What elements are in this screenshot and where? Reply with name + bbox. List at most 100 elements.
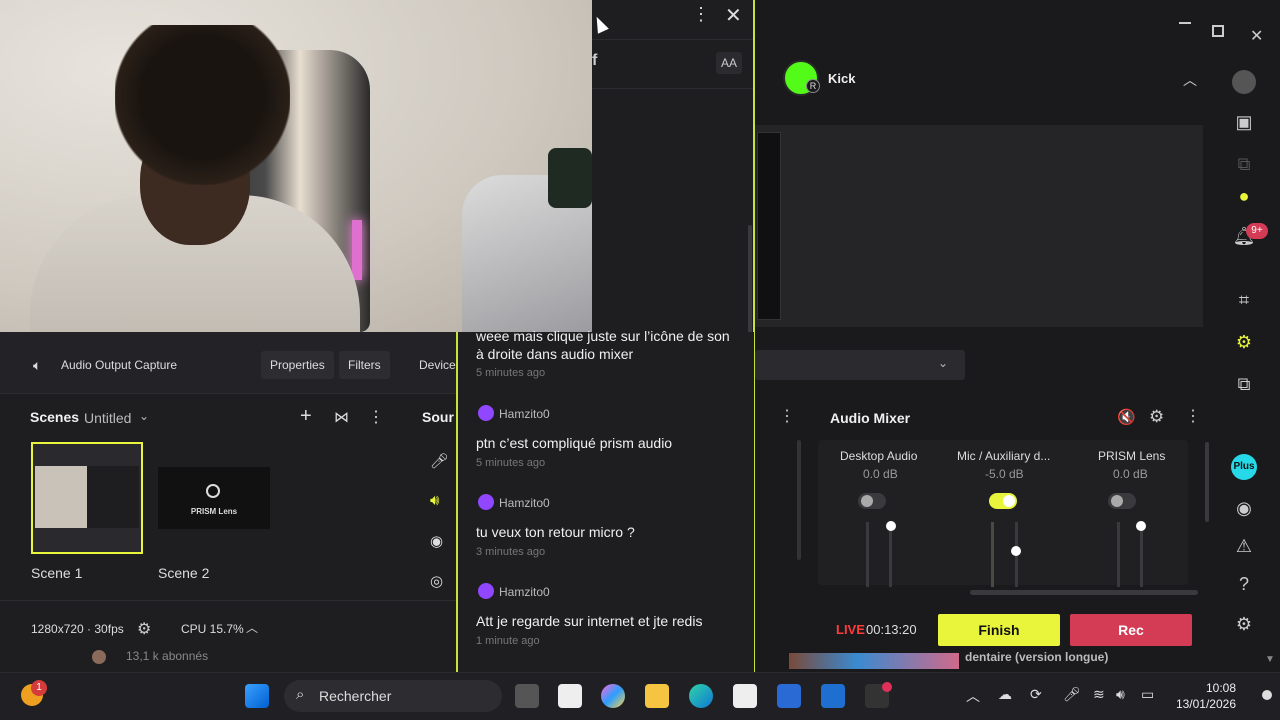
close-icon[interactable]: ✕ <box>725 3 742 28</box>
outlook-icon[interactable] <box>821 684 845 708</box>
horizontal-scrollbar[interactable] <box>970 590 1198 595</box>
game-icon[interactable]: ◉ <box>1232 496 1256 520</box>
channel-name: Mic / Auxiliary d... <box>957 449 1051 463</box>
copilot-icon[interactable] <box>601 684 625 708</box>
taskbar <box>0 672 1280 720</box>
properties-button[interactable]: Properties <box>261 351 334 379</box>
notification-badge: 9+ <box>1246 223 1268 239</box>
chat-message-time: 5 minutes ago <box>476 457 546 469</box>
scene-1-label[interactable]: Scene 1 <box>31 565 82 581</box>
scene-collection[interactable]: Untitled <box>84 410 131 426</box>
more-icon[interactable]: ⋮ <box>692 4 710 25</box>
volume-slider-knob[interactable] <box>1136 521 1146 531</box>
more-icon[interactable]: ⋮ <box>1185 406 1201 426</box>
filters-button[interactable]: Filters <box>339 351 390 379</box>
close-icon[interactable]: ✕ <box>1250 29 1263 45</box>
live-label: LIVE <box>836 622 865 637</box>
file-explorer-icon[interactable] <box>645 684 669 708</box>
avatar[interactable] <box>1232 70 1256 94</box>
transition-icon[interactable]: ⋈ <box>334 408 349 426</box>
scene-2-thumbnail[interactable]: PRISM Lens <box>158 467 270 529</box>
tray-app-icon[interactable]: ☁ <box>998 686 1012 703</box>
gear-icon[interactable]: ⚙ <box>137 619 151 639</box>
chevron-up-icon[interactable]: ︿ <box>246 619 258 636</box>
chevron-up-icon[interactable]: ︿ <box>966 686 980 706</box>
task-view-icon[interactable] <box>515 684 539 708</box>
layout-icon[interactable]: ▣ <box>1232 110 1256 134</box>
windows-start-icon[interactable] <box>245 684 269 708</box>
speaker-icon[interactable]: 🔊︎ <box>430 492 439 509</box>
game-capture-icon[interactable]: ◉ <box>430 532 443 550</box>
platform-name: Kick <box>828 71 856 86</box>
overlay-icon[interactable]: ⧉ <box>1232 372 1256 396</box>
clock-date[interactable]: 13/01/2026 <box>1172 697 1236 711</box>
help-icon[interactable]: ? <box>1232 572 1256 596</box>
edge-icon[interactable] <box>689 684 713 708</box>
chat-icon[interactable]: ● <box>1232 184 1256 208</box>
settings-camera-icon[interactable]: ⚙ <box>1232 330 1256 354</box>
wifi-icon[interactable]: ≋ <box>1093 686 1105 703</box>
gear-icon[interactable]: ⚙ <box>1232 612 1256 636</box>
background-video-thumbnail <box>789 653 959 669</box>
device-button[interactable]: Device <box>419 358 456 372</box>
channel-db: -5.0 dB <box>985 467 1024 481</box>
scene-1-thumbnail[interactable] <box>31 442 143 554</box>
battery-icon[interactable]: ▭ <box>1141 686 1154 703</box>
chevron-up-icon[interactable]: ︿ <box>1183 70 1197 90</box>
font-size-button[interactable]: AA <box>716 52 742 74</box>
app-icon[interactable] <box>777 684 801 708</box>
gear-icon[interactable]: ⚙ <box>1149 407 1164 427</box>
plus-button[interactable]: Plus <box>1231 454 1257 480</box>
volume-slider-track[interactable] <box>889 522 892 587</box>
capcut-icon[interactable] <box>558 684 582 708</box>
minimize-icon[interactable] <box>1179 22 1191 24</box>
studio-panel: 🔈︎ Audio Output Capture Scenes Untitled … <box>0 332 456 672</box>
scene-2-label[interactable]: Scene 2 <box>158 565 209 581</box>
add-scene-icon[interactable]: + <box>300 405 312 428</box>
mini-window-thumbnail <box>757 132 781 320</box>
resolution-fps: 1280x720 · 30fps <box>31 622 124 636</box>
mic-icon[interactable]: 🎤︎ <box>430 452 449 470</box>
chat-username[interactable]: Hamzito0 <box>499 496 550 510</box>
more-icon[interactable]: ⋮ <box>368 407 384 427</box>
channel-toggle[interactable] <box>1108 493 1136 509</box>
refresh-icon[interactable]: ⟳ <box>1030 686 1042 703</box>
volume-slider-track[interactable] <box>1140 522 1143 587</box>
camera-icon[interactable]: ⌗ <box>1232 288 1256 312</box>
alert-icon[interactable]: ⚠ <box>1232 534 1256 558</box>
channel-avatar <box>92 650 106 664</box>
chevron-down-icon[interactable]: ⌄ <box>139 409 149 423</box>
store-icon[interactable] <box>733 684 757 708</box>
scrollbar[interactable] <box>797 440 801 560</box>
mute-all-icon[interactable]: 🔇 <box>1117 408 1136 426</box>
channel-toggle[interactable] <box>858 493 886 509</box>
channel-toggle[interactable] <box>989 493 1017 509</box>
background-video-title: dentaire (version longue) <box>965 650 1109 664</box>
lens-icon[interactable]: ◎ <box>430 572 443 590</box>
volume-icon[interactable]: 🔊︎ <box>1116 686 1125 703</box>
chevron-down-icon: ⌄ <box>938 356 949 370</box>
chat-username[interactable]: Hamzito0 <box>499 585 550 599</box>
rec-button[interactable]: Rec <box>1070 614 1192 646</box>
clock-time[interactable]: 10:08 <box>1172 681 1236 695</box>
twitch-icon <box>478 494 494 510</box>
prism-lens-logo-icon <box>206 484 220 498</box>
more-icon[interactable]: ⋮ <box>779 406 795 426</box>
volume-meter <box>866 522 869 587</box>
maximize-icon[interactable] <box>1212 25 1224 37</box>
chat-username[interactable]: Hamzito0 <box>499 407 550 421</box>
scroll-down-icon[interactable]: ▼ <box>1265 654 1275 665</box>
facebook-icon[interactable]: f <box>592 52 606 74</box>
notification-center-icon[interactable] <box>1262 690 1272 700</box>
mixer-scrollbar[interactable] <box>1205 442 1209 522</box>
search-box[interactable]: ⌕ Rechercher <box>284 680 502 712</box>
volume-slider-knob[interactable] <box>1011 546 1021 556</box>
window-copy-icon[interactable]: ⧉ <box>1232 152 1256 176</box>
finish-button[interactable]: Finish <box>938 614 1060 646</box>
volume-slider-knob[interactable] <box>886 521 896 531</box>
search-placeholder: Rechercher <box>319 688 392 704</box>
chat-message-time: 1 minute ago <box>476 635 540 647</box>
settings-dropdown[interactable]: ⌄ <box>755 350 965 380</box>
channel-db: 0.0 dB <box>863 467 898 481</box>
mic-icon[interactable]: 🎤︎ <box>1063 686 1081 703</box>
